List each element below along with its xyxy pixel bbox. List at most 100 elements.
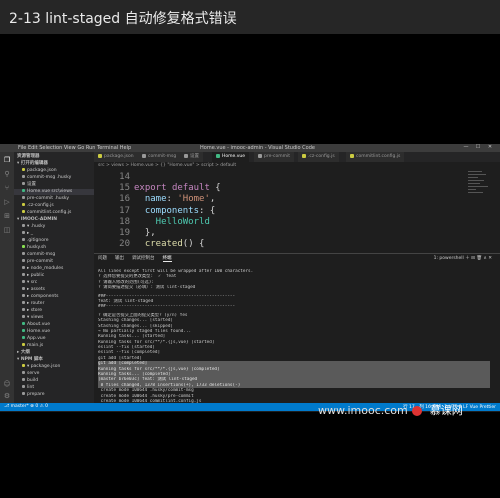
editor-tab[interactable]: package.json [94,152,139,162]
sidebar-item[interactable]: ▾ IMOOC-ADMIN [14,217,94,223]
sidebar-item[interactable]: ▸ components [14,294,94,300]
run-icon[interactable]: ▷ [3,198,11,206]
file-icon [22,196,25,199]
sidebar-item-label: pre-commit .husky [27,196,70,201]
sidebar-item-label: commit-msg [27,252,56,257]
sidebar-item[interactable]: pre-commit [14,259,94,265]
file-icon [22,224,25,227]
sidebar-item[interactable]: package.json [14,168,94,174]
panel-tab[interactable]: 输出 [115,256,124,261]
file-icon [22,231,25,234]
sidebar-item[interactable]: .gitignore [14,238,94,244]
sidebar-item[interactable]: commit-msg .husky [14,175,94,181]
line-number: 14 [119,172,130,182]
sidebar-item[interactable]: ▸ store [14,308,94,314]
editor-tab[interactable]: pre-commit [254,152,296,162]
files-icon[interactable]: ❐ [3,156,11,164]
window-controls: — ☐ ✕ [460,144,496,152]
gear-icon[interactable]: ⚙ [3,392,11,400]
panel-tab[interactable]: 问题 [98,256,107,261]
sidebar-item[interactable]: ▸ _ [14,231,94,237]
sidebar-item[interactable]: Home.vue src\views [14,189,94,195]
sidebar-item[interactable]: serve [14,371,94,377]
sidebar-item[interactable]: App.vue [14,336,94,342]
menu-bar[interactable]: File Edit Selection View Go Run Terminal… [18,145,131,151]
sidebar-item[interactable]: lint [14,385,94,391]
file-icon [142,153,146,158]
sidebar-item-label: husky.sh [27,245,47,250]
sidebar-item-label: ▾ .husky [27,224,46,229]
sidebar-item-label: commit-msg .husky [27,175,72,180]
file-icon [22,392,25,395]
sidebar-item[interactable]: ▾ 打开的编辑器 [14,161,94,167]
file-icon [22,203,25,206]
tab-label: 设置 [190,154,199,159]
sidebar-item[interactable]: pre-commit .husky [14,196,94,202]
sidebar-item-label: lint [27,385,35,390]
sidebar-item[interactable]: ▾ views [14,315,94,321]
editor-tab[interactable]: commit-msg [138,152,182,162]
sidebar-item[interactable]: ▸ 大纲 [14,350,94,356]
sidebar-item[interactable]: 设置 [14,182,94,188]
sidebar-item[interactable]: commit-msg [14,252,94,258]
extensions-icon[interactable]: ⊞ [3,212,11,220]
source-control-icon[interactable]: ⑂ [3,184,11,192]
editor-tabs: package.json commit-msg 设置 Home.vue pre-comm… [94,152,500,162]
sidebar-item[interactable]: .cz-config.js [14,203,94,209]
sidebar-item[interactable]: ▸ assets [14,287,94,293]
account-icon[interactable]: ☺ [3,380,11,388]
sidebar-item[interactable]: 资源管理器 [14,154,94,160]
code-text: export default { [134,183,221,194]
maximize-button[interactable]: ☐ [472,144,484,150]
file-icon [22,259,25,262]
sidebar-item[interactable]: ▾ .husky [14,224,94,230]
sidebar-item[interactable]: main.js [14,343,94,349]
file-icon [350,153,354,158]
editor-tab[interactable]: Home.vue [212,152,251,162]
remote-icon[interactable]: ◫ [3,226,11,234]
sidebar-item[interactable]: prepare [14,392,94,398]
sidebar-item-label: ▸ store [27,308,43,313]
sidebar-item[interactable]: build [14,378,94,384]
tab-label: commit-msg [148,154,177,159]
sidebar-item-label: Home.vue [27,329,51,334]
sidebar-item-label: ▾ IMOOC-ADMIN [17,217,58,222]
sidebar-item[interactable]: ▸ router [14,301,94,307]
watermark: www.imooc.com 慕课网 [318,402,463,418]
code-editor[interactable]: 14 15 export default {16 name: 'Home', 17 c… [94,169,500,251]
file-icon [22,287,25,290]
minimap[interactable] [466,169,492,251]
sidebar-item[interactable]: commitlint.config.js [14,210,94,216]
editor-tab[interactable]: commitlint.config.js [346,152,406,162]
file-icon [22,371,25,374]
sidebar-item[interactable]: Home.vue [14,329,94,335]
panel-tab[interactable]: 调试控制台 [132,256,155,261]
sidebar-item[interactable]: ▸ node_modules [14,266,94,272]
sidebar-item[interactable]: ▾ package.json [14,364,94,370]
sidebar-item[interactable]: ▾ src [14,280,94,286]
sidebar-item[interactable]: ▾ NPM 脚本 [14,357,94,363]
logo-icon [411,406,422,416]
breadcrumb[interactable]: src > views > Home.vue > {} "Home.vue" >… [98,163,236,168]
sidebar-item-label: About.vue [27,322,51,327]
search-icon[interactable]: ⚲ [3,170,11,178]
editor-tab[interactable]: 设置 [180,152,204,162]
sidebar-item[interactable]: About.vue [14,322,94,328]
file-icon [22,189,25,192]
terminal-controls[interactable]: 1: powershell ＋ ⊟ 🗑 ∧ ✕ [434,255,492,261]
sidebar-item-label: ▸ assets [27,287,46,292]
sidebar-item-label: pre-commit [27,259,54,264]
panel-tab[interactable]: 终端 [162,256,172,262]
tab-label: pre-commit [264,154,291,159]
close-button[interactable]: ✕ [484,144,496,150]
bottom-panel: 问题 输出 调试控制台 终端 1: powershell ＋ ⊟ 🗑 ∧ ✕ All … [94,253,500,409]
sidebar-item[interactable]: husky.sh [14,245,94,251]
file-icon [22,329,25,332]
status-left[interactable]: ⎇ master* ⊗ 0 ⚠ 0 [4,404,48,409]
sidebar-item[interactable]: ▸ public [14,273,94,279]
tab-label: package.json [104,154,134,159]
minimize-button[interactable]: — [460,144,472,150]
file-icon [22,322,25,325]
terminal-output[interactable]: All lines except first will be wrapped a… [98,266,490,410]
editor-tab[interactable]: .cz-config.js [298,152,340,162]
